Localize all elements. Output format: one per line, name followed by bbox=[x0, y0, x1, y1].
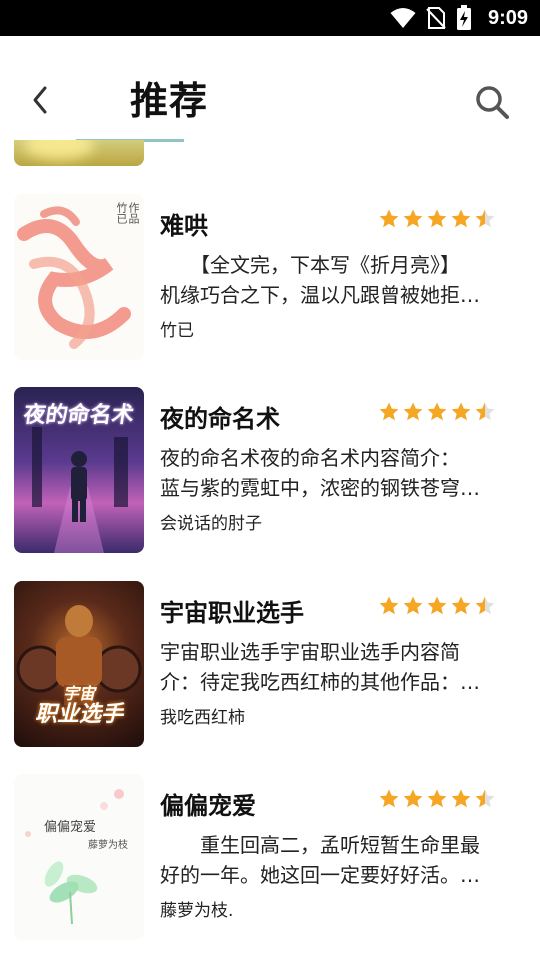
book-description: 重生回高二，孟听短暂生命里最 好的一年。她这回一定要好好活。… bbox=[160, 833, 480, 887]
status-time: 9:09 bbox=[487, 6, 528, 29]
page-title: 推荐 bbox=[130, 79, 209, 123]
book-title[interactable]: 宇宙职业选手 bbox=[160, 593, 304, 628]
book-item[interactable]: 宇宙 职业选手 宇宙职业选手 宇宙职业选手宇宙职业选手内容简 介：待定我吃西红柿… bbox=[0, 581, 540, 751]
header: 推荐 bbox=[0, 36, 540, 142]
book-author: 会说话的肘子 bbox=[160, 514, 262, 534]
rating-stars bbox=[378, 788, 496, 810]
book-item[interactable]: 夜的命名术 夜的命名术 夜的命名术夜的命名术内容简介： 蓝与紫的霓虹中，浓密的钢… bbox=[0, 387, 540, 557]
star-icon bbox=[427, 789, 447, 808]
star-icon bbox=[403, 209, 423, 228]
book-title[interactable]: 难哄 bbox=[160, 206, 208, 241]
book-list[interactable]: 竹已 作品 难哄 【全文完，下本写《折月亮》】 机缘巧合之下，温以凡跟曾被她拒…… bbox=[0, 140, 540, 960]
back-arrow-icon bbox=[33, 86, 47, 114]
star-icon bbox=[403, 402, 423, 421]
star-icon bbox=[403, 789, 423, 808]
star-icon bbox=[475, 209, 495, 228]
book-author: 我吃西红柿 bbox=[160, 708, 245, 728]
status-bar: 9:09 bbox=[0, 0, 540, 36]
book-cover[interactable]: 宇宙 职业选手 bbox=[14, 581, 144, 747]
rating-stars bbox=[378, 208, 496, 230]
book-cover[interactable]: 竹已 作品 bbox=[14, 194, 144, 360]
star-icon bbox=[475, 596, 495, 615]
cover-title-bottom: 职业选手 bbox=[34, 702, 123, 727]
star-icon bbox=[427, 209, 447, 228]
status-icons: 9:09 bbox=[390, 0, 528, 36]
book-author: 竹已 bbox=[160, 321, 194, 341]
rating-stars bbox=[378, 595, 496, 617]
rating-stars bbox=[378, 401, 496, 423]
search-icon bbox=[476, 86, 509, 119]
book-title[interactable]: 偏偏宠爱 bbox=[160, 786, 256, 821]
search-button[interactable] bbox=[472, 82, 512, 122]
book-description: 【全文完，下本写《折月亮》】 机缘巧合之下，温以凡跟曾被她拒… bbox=[160, 253, 480, 307]
star-icon bbox=[379, 402, 399, 421]
star-icon bbox=[451, 789, 471, 808]
book-item[interactable]: 竹已 作品 难哄 【全文完，下本写《折月亮》】 机缘巧合之下，温以凡跟曾被她拒…… bbox=[0, 194, 540, 364]
wifi-icon bbox=[390, 8, 416, 28]
star-icon bbox=[451, 596, 471, 615]
book-description: 夜的命名术夜的命名术内容简介： 蓝与紫的霓虹中，浓密的钢铁苍穹… bbox=[160, 446, 480, 500]
star-icon bbox=[379, 209, 399, 228]
cover-title-text: 夜的命名术 bbox=[21, 403, 136, 428]
book-title[interactable]: 夜的命名术 bbox=[160, 399, 280, 434]
battery-charging-icon bbox=[456, 5, 471, 30]
book-cover[interactable]: 偏偏宠爱 藤萝为枝 bbox=[14, 774, 144, 940]
star-icon bbox=[451, 402, 471, 421]
star-icon bbox=[427, 402, 447, 421]
star-icon bbox=[379, 789, 399, 808]
star-icon bbox=[451, 209, 471, 228]
star-icon bbox=[403, 596, 423, 615]
book-cover[interactable]: 夜的命名术 bbox=[14, 387, 144, 553]
cover-suffix-text: 作品 bbox=[127, 202, 140, 224]
star-icon bbox=[427, 596, 447, 615]
no-sim-icon bbox=[426, 7, 446, 29]
back-button[interactable] bbox=[22, 82, 58, 118]
book-item[interactable]: 偏偏宠爱 藤萝为枝 偏偏宠爱 重生回高二，孟听短暂生命里最 好的一年。她这回一定… bbox=[0, 774, 540, 944]
book-author: 藤萝为枝. bbox=[160, 901, 234, 921]
book-description: 宇宙职业选手宇宙职业选手内容简 介：待定我吃西红柿的其他作品：… bbox=[160, 640, 480, 694]
star-icon bbox=[475, 402, 495, 421]
star-icon bbox=[379, 596, 399, 615]
book-cover-partial[interactable] bbox=[14, 140, 144, 166]
cover-title-top: 宇宙 bbox=[62, 684, 95, 703]
star-icon bbox=[475, 789, 495, 808]
